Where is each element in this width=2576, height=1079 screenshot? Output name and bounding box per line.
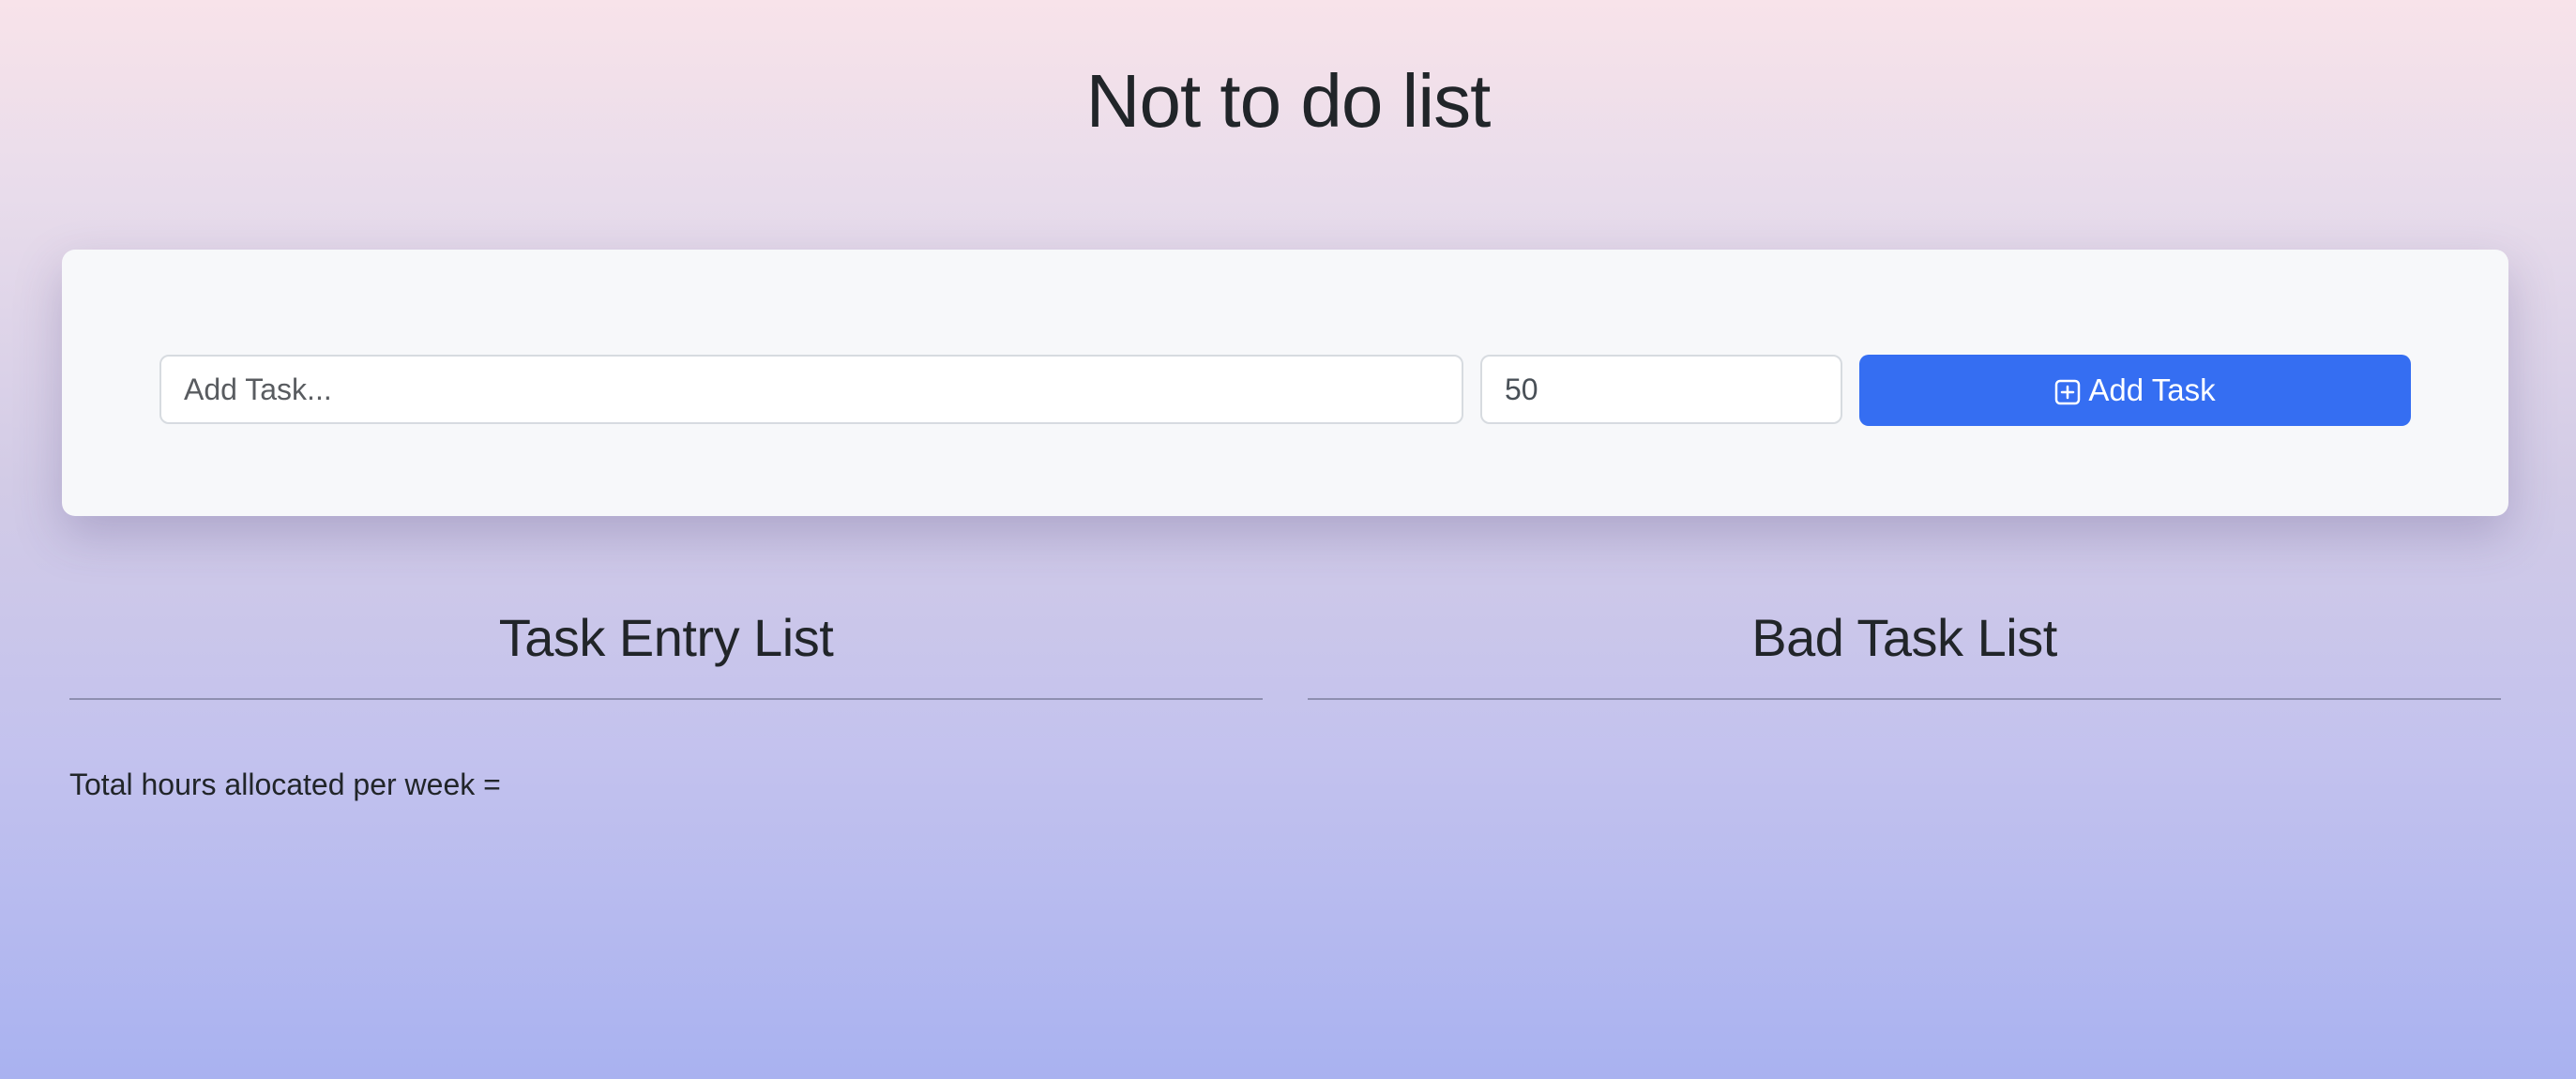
- bad-task-list-section: Bad Task List: [1308, 600, 2501, 700]
- plus-square-icon: [2054, 377, 2081, 405]
- total-hours-label: Total hours allocated per week =: [69, 767, 501, 801]
- task-form-card: Add Task: [62, 250, 2508, 516]
- task-input[interactable]: [159, 355, 1463, 424]
- bad-task-list-title: Bad Task List: [1751, 608, 2057, 667]
- page-title: Not to do list: [1085, 59, 1492, 143]
- task-entry-divider: [69, 698, 1263, 700]
- add-task-button[interactable]: Add Task: [1859, 355, 2411, 426]
- task-entry-list-section: Task Entry List: [69, 600, 1263, 700]
- add-task-button-label: Add Task: [2088, 372, 2216, 407]
- bad-task-divider: [1308, 698, 2501, 700]
- hours-input[interactable]: [1480, 355, 1842, 424]
- task-entry-list-title: Task Entry List: [498, 608, 834, 667]
